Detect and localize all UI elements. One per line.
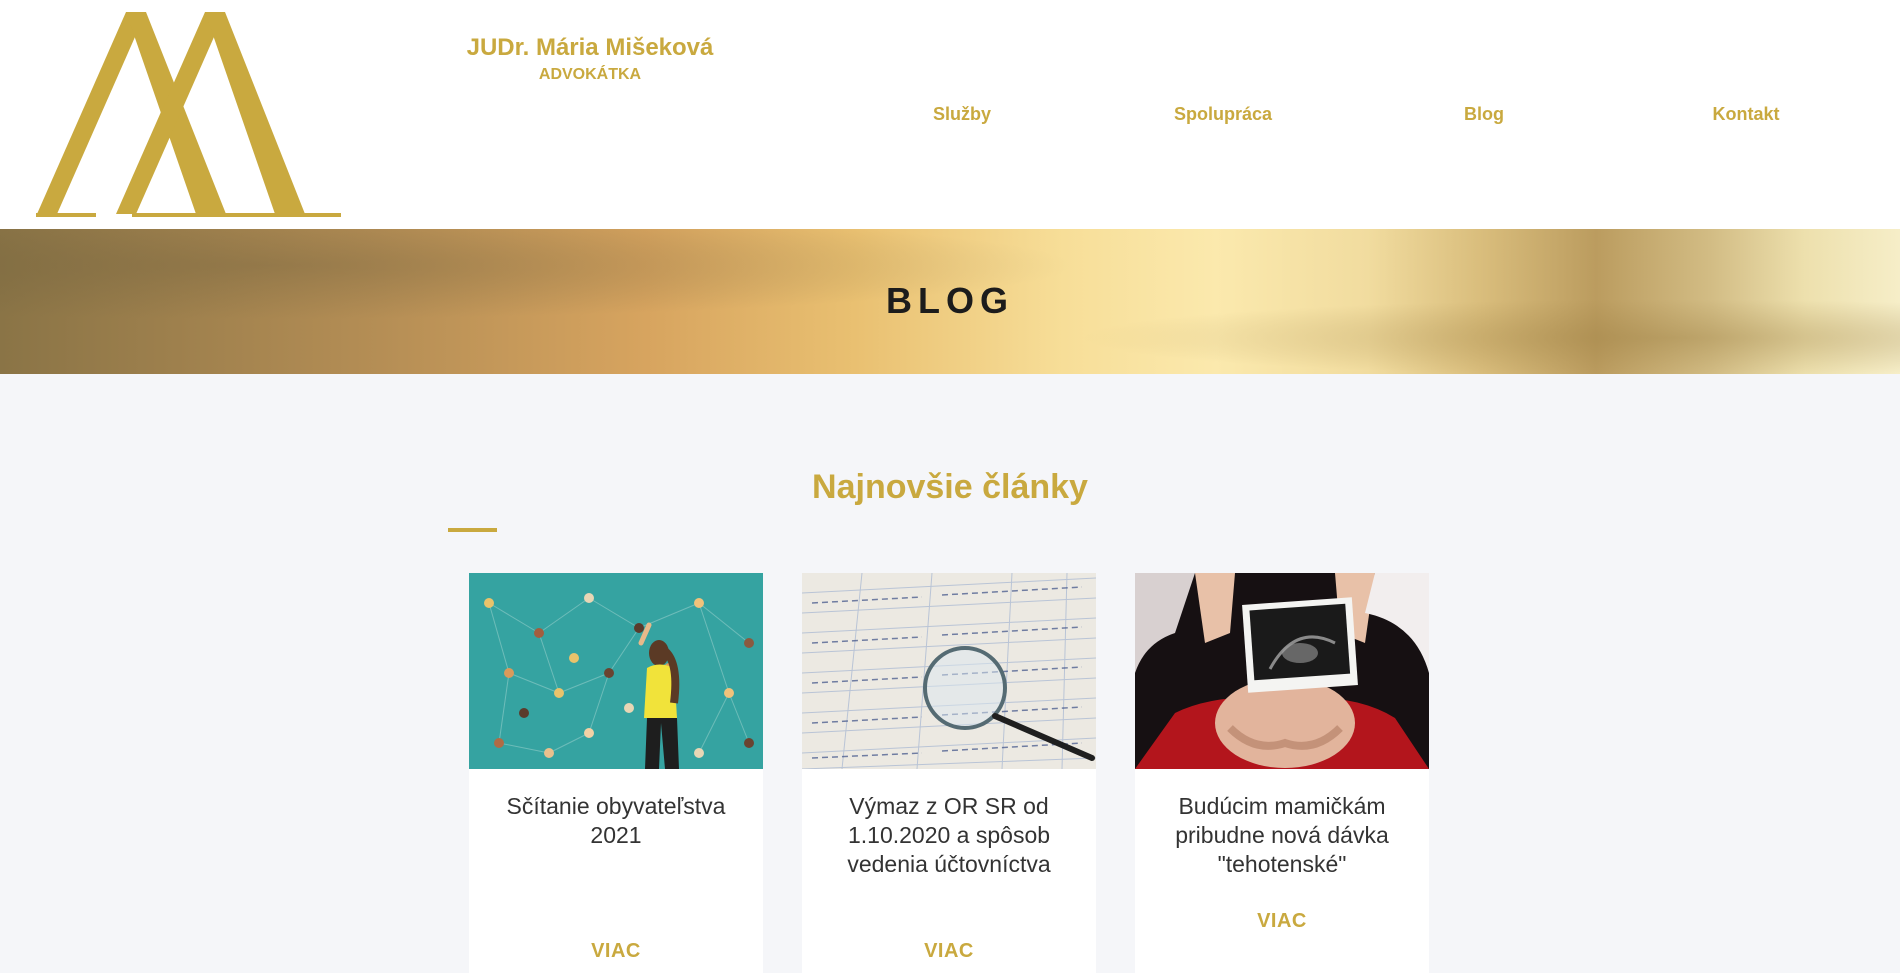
read-more-link[interactable]: VIAC [1135, 910, 1429, 933]
page-banner: BLOG [0, 229, 1900, 374]
nav-item-blog[interactable]: Blog [1464, 104, 1504, 125]
article-title[interactable]: Výmaz z OR SR od 1.10.2020 a spôsob vede… [816, 792, 1082, 879]
article-card[interactable]: Sčítanie obyvateľstva 2021 VIAC [469, 573, 763, 973]
article-card[interactable]: Budúcim mamičkám pribudne nová dávka "te… [1135, 573, 1429, 973]
read-more-link[interactable]: VIAC [469, 940, 763, 963]
brand-name[interactable]: JUDr. Mária Mišeková [466, 34, 714, 62]
section-title: Najnovšie články [812, 468, 1088, 506]
nav-item-kontakt[interactable]: Kontakt [1713, 104, 1780, 125]
nav-item-sluzby[interactable]: Služby [933, 104, 991, 125]
read-more-link[interactable]: VIAC [802, 940, 1096, 963]
ledger-magnifier-photo-icon[interactable] [802, 573, 1096, 769]
census-network-illustration-icon[interactable] [469, 573, 763, 769]
article-title[interactable]: Budúcim mamičkám pribudne nová dávka "te… [1149, 792, 1415, 879]
logo-icon[interactable] [36, 10, 352, 220]
brand-subtitle: ADVOKÁTKA [538, 66, 642, 83]
article-title[interactable]: Sčítanie obyvateľstva 2021 [483, 792, 749, 850]
article-card[interactable]: Výmaz z OR SR od 1.10.2020 a spôsob vede… [802, 573, 1096, 973]
section-title-divider [448, 528, 497, 532]
pregnancy-ultrasound-photo-icon[interactable] [1135, 573, 1429, 769]
nav-item-spolupraca[interactable]: Spolupráca [1174, 104, 1272, 125]
site-header: JUDr. Mária Mišeková ADVOKÁTKA Služby Sp… [0, 0, 1900, 229]
page-title: BLOG [886, 280, 1014, 321]
